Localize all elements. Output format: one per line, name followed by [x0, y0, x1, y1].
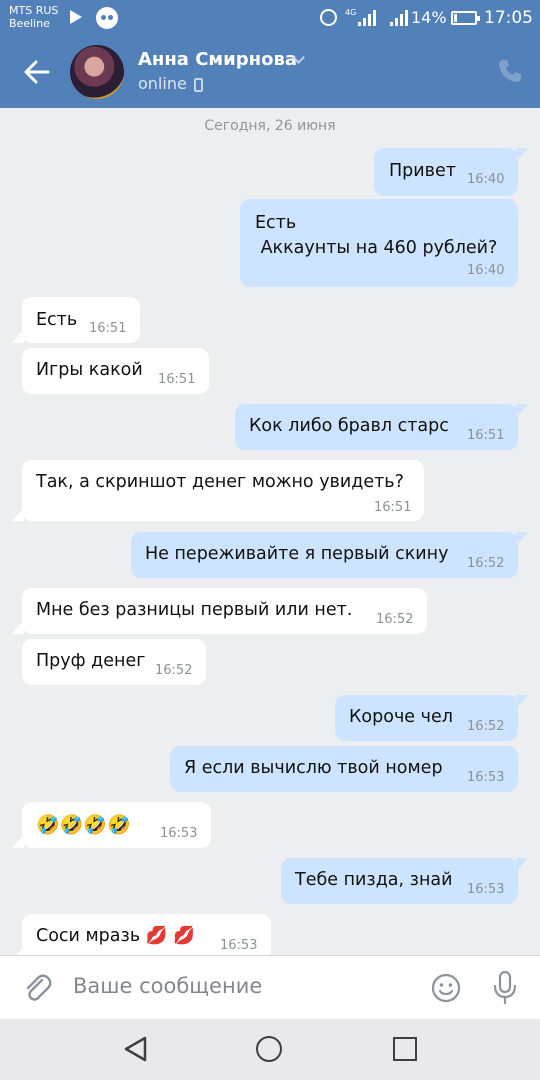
- notification-app-icon: [96, 7, 118, 29]
- message-time: 16:52: [467, 719, 505, 734]
- carrier-1: MTS RUS: [9, 4, 59, 17]
- message-time: 16:51: [89, 321, 127, 336]
- phone-icon[interactable]: [497, 58, 523, 84]
- message-bubble-outgoing[interactable]: Кок либо бравл старс 16:51: [235, 404, 528, 450]
- message-bubble-outgoing[interactable]: Не переживайте я первый скину 16:52: [131, 532, 528, 578]
- alarm-icon: [320, 9, 337, 26]
- message-input[interactable]: Ваше сообщение: [73, 974, 262, 998]
- message-bubble-outgoing[interactable]: Короче чел 16:52: [335, 695, 528, 741]
- signal-icon-2: [390, 10, 408, 26]
- message-text: Пруф денег: [36, 651, 146, 671]
- message-time: 16:52: [155, 663, 193, 678]
- message-bubble-incoming[interactable]: Мне без разницы первый или нет. 16:52: [12, 588, 427, 634]
- message-text: Привет: [389, 161, 456, 181]
- message-text: Соси мразь 💋 💋: [36, 926, 195, 946]
- message-bubble-outgoing[interactable]: Я если вычислю твой номер 16:53: [170, 746, 518, 792]
- message-bubble-incoming[interactable]: Так, а скриншот денег можно увидеть? 16:…: [12, 460, 424, 521]
- message-text: 🤣🤣🤣🤣: [36, 814, 131, 836]
- message-bubble-incoming[interactable]: Пруф денег 16:52: [22, 639, 206, 685]
- message-time: 16:52: [467, 556, 505, 571]
- play-icon: [70, 10, 82, 24]
- back-arrow-icon[interactable]: [22, 57, 52, 87]
- microphone-icon[interactable]: [490, 970, 520, 1006]
- status-bar: MTS RUS Beeline 4G 14% 17:05: [0, 0, 540, 36]
- contact-name[interactable]: Анна Смирнова: [138, 49, 297, 70]
- message-text: Так, а скриншот денег можно увидеть?: [36, 472, 404, 492]
- message-time: 16:53: [160, 826, 198, 841]
- mobile-device-icon: [194, 78, 203, 92]
- battery-percent: 14%: [411, 8, 447, 27]
- contact-status: online: [138, 74, 187, 93]
- nav-recents-icon[interactable]: [393, 1037, 417, 1061]
- message-time: 16:51: [374, 500, 412, 515]
- nav-home-icon[interactable]: [256, 1036, 282, 1062]
- message-time: 16:52: [376, 612, 414, 627]
- message-time: 16:53: [467, 770, 505, 785]
- message-bubble-incoming[interactable]: 🤣🤣🤣🤣 16:53: [12, 802, 211, 848]
- system-nav-bar: [0, 1019, 540, 1080]
- message-text: Есть: [36, 310, 78, 330]
- message-time: 16:40: [467, 172, 505, 187]
- message-time: 16:51: [467, 428, 505, 443]
- message-time: 16:40: [467, 263, 505, 278]
- message-bubble-incoming[interactable]: Игры какой 16:51: [22, 348, 209, 394]
- message-text: Игры какой: [36, 360, 143, 380]
- message-text: Кок либо бравл старс: [249, 416, 449, 436]
- nav-back-icon[interactable]: [122, 1035, 150, 1063]
- message-bubble-outgoing[interactable]: Тебе пизда, знай 16:53: [281, 858, 528, 904]
- message-bubble-outgoing[interactable]: Есть Аккаунты на 460 рублей? 16:40: [240, 199, 518, 287]
- smiley-icon[interactable]: [431, 973, 461, 1003]
- battery-icon: [451, 11, 480, 25]
- clock: 17:05: [484, 8, 533, 28]
- message-bubble-outgoing[interactable]: Привет 16:40: [374, 148, 528, 196]
- message-text: Я если вычислю твой номер: [184, 758, 443, 778]
- network-type: 4G: [345, 8, 357, 17]
- message-bubble-incoming[interactable]: Есть 16:51: [12, 297, 140, 343]
- paperclip-icon[interactable]: [22, 972, 52, 1004]
- message-text: Не переживайте я первый скину: [145, 544, 449, 564]
- carrier-2: Beeline: [9, 17, 50, 30]
- date-separator: Сегодня, 26 июня: [204, 118, 336, 134]
- avatar[interactable]: [70, 45, 124, 99]
- signal-icon-1: [358, 10, 376, 26]
- message-time: 16:53: [220, 938, 258, 953]
- message-text: Мне без разницы первый или нет.: [36, 600, 353, 620]
- message-time: 16:53: [467, 882, 505, 897]
- message-text: Короче чел: [349, 707, 453, 727]
- message-composer: Ваше сообщение: [0, 955, 540, 1019]
- message-time: 16:51: [158, 372, 196, 387]
- message-text: Тебе пизда, знай: [295, 870, 453, 890]
- carrier-info: MTS RUS Beeline: [9, 4, 58, 30]
- chat-header: Анна Смирнова online: [0, 36, 540, 108]
- message-bubble-incoming[interactable]: Соси мразь 💋 💋 16:53: [12, 914, 271, 960]
- message-text: Есть Аккаунты на 460 рублей?: [255, 213, 498, 258]
